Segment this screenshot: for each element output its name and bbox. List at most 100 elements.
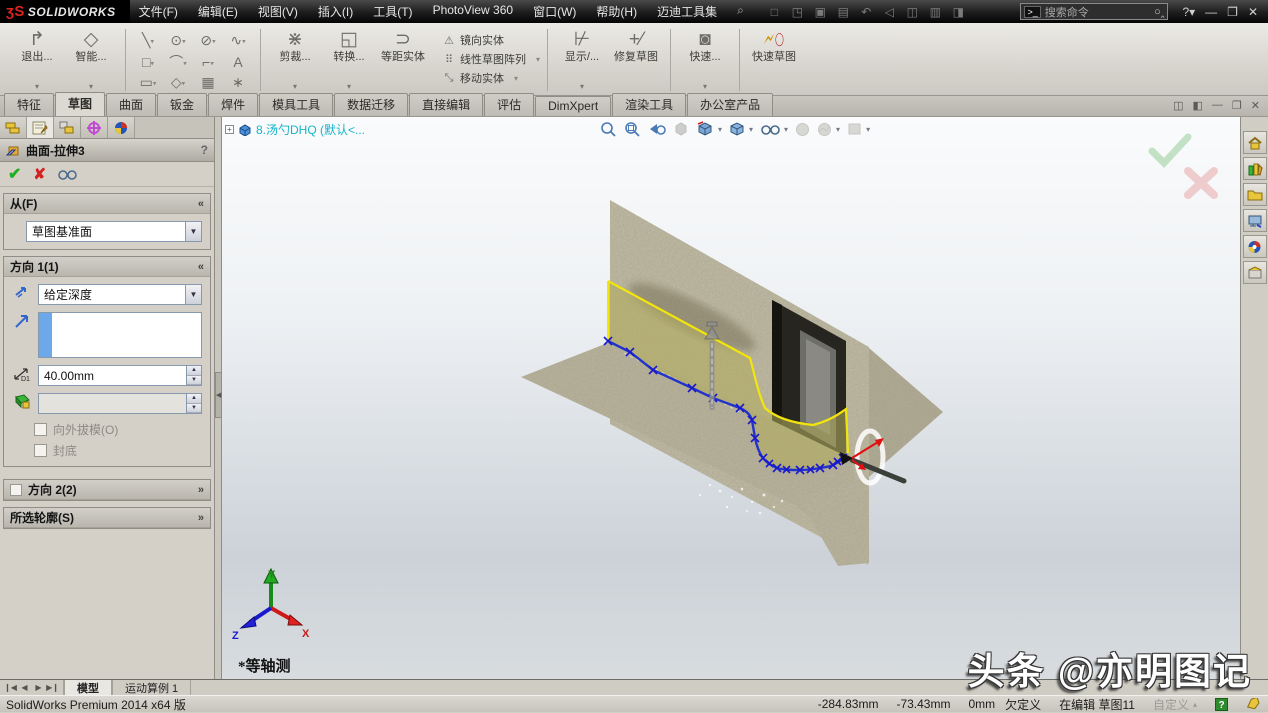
tab-office-products[interactable]: 办公室产品	[687, 93, 773, 116]
document-title[interactable]: 8.汤勺DHQ (默认<...	[256, 121, 365, 138]
menu-window[interactable]: 窗口(W)	[524, 1, 585, 22]
panel-splitter[interactable]: ◀	[215, 117, 222, 679]
tab-features[interactable]: 特征	[4, 93, 54, 116]
next-tab-icon[interactable]: ▶	[32, 683, 45, 692]
display-relations-button[interactable]: ⊬ 显示/... ▾	[555, 27, 609, 93]
spline-tool-icon[interactable]: ∿▾	[223, 32, 253, 49]
menu-edit[interactable]: 编辑(E)	[189, 1, 247, 22]
trim-entities-button[interactable]: ⋇ 剪裁... ▾	[268, 27, 322, 93]
appearances-scenes-icon[interactable]	[1243, 235, 1267, 258]
collapse-icon[interactable]: «	[198, 261, 204, 273]
confirm-cancel-icon[interactable]	[1188, 171, 1214, 195]
print-icon[interactable]: ▤	[836, 5, 851, 19]
pin-menu-icon[interactable]: ⌕	[728, 1, 753, 22]
section-direction1-header[interactable]: 方向 1(1) «	[4, 257, 210, 277]
collapse-icon[interactable]: «	[198, 198, 204, 210]
tab-configuration-manager[interactable]	[54, 117, 81, 138]
sheet-icon[interactable]: ◨	[951, 5, 966, 19]
menu-photoview[interactable]: PhotoView 360	[424, 1, 523, 22]
draft-outward-option[interactable]: 向外拔模(O)	[34, 421, 202, 438]
minimize-button[interactable]: —	[1205, 5, 1217, 19]
fillet-tool-icon[interactable]: ⌐▾	[193, 54, 223, 70]
open-file-icon[interactable]: ◳	[790, 5, 805, 19]
end-condition-dropdown[interactable]: 给定深度 ▼	[38, 284, 202, 305]
slot-tool-icon[interactable]: ▭▾	[133, 74, 163, 91]
reverse-direction-icon[interactable]	[12, 284, 32, 302]
tab-render-tools[interactable]: 渲染工具	[612, 93, 686, 116]
doc-restore-button[interactable]: ❐	[1232, 99, 1242, 112]
direction-reference-listbox[interactable]	[38, 312, 202, 358]
preview-glasses-icon[interactable]	[58, 168, 78, 180]
exit-sketch-button[interactable]: ↱ 退出... ▾	[10, 27, 64, 93]
file-explorer-icon[interactable]	[1243, 183, 1267, 206]
doc-minimize-button[interactable]: —	[1212, 99, 1223, 112]
spin-up-icon[interactable]: ▲	[187, 366, 201, 376]
pane-icon[interactable]: ◧	[1193, 99, 1203, 112]
tab-dimxpert-manager[interactable]	[81, 117, 108, 138]
doc-close-button[interactable]: ✕	[1251, 99, 1260, 112]
last-tab-icon[interactable]: ▶❙	[46, 683, 59, 692]
menu-help[interactable]: 帮助(H)	[587, 1, 646, 22]
linear-pattern-button[interactable]: ⠿线性草图阵列▾	[442, 51, 540, 67]
edit-appearance-icon[interactable]	[795, 122, 810, 137]
view-orientation-icon[interactable]	[696, 121, 714, 137]
pane-icon[interactable]: ◫	[1173, 99, 1183, 112]
cancel-button[interactable]: ✘	[33, 165, 46, 183]
tab-sketch[interactable]: 草图	[55, 92, 105, 116]
restore-button[interactable]: ❐	[1227, 5, 1238, 19]
tab-motion-study[interactable]: 运动算例 1	[112, 680, 191, 695]
hide-show-items-icon[interactable]	[760, 122, 780, 136]
spinner-arrows[interactable]: ▲▼	[186, 366, 201, 385]
tab-dimxpert[interactable]: DimXpert	[535, 96, 611, 116]
section-direction2-header[interactable]: 方向 2(2) »	[4, 480, 210, 500]
help-icon[interactable]: ?	[201, 143, 208, 157]
circle-tool-icon[interactable]: ⊙▾	[163, 32, 193, 49]
chevron-down-icon[interactable]: ▾	[784, 125, 788, 134]
save-icon[interactable]: ▣	[813, 5, 828, 19]
undo-icon[interactable]: ↶	[859, 5, 874, 19]
menu-insert[interactable]: 插入(I)	[309, 1, 362, 22]
first-tab-icon[interactable]: ❙◀	[4, 683, 17, 692]
feature-tree-flyout[interactable]: + 8.汤勺DHQ (默认<...	[225, 121, 365, 138]
direction2-checkbox[interactable]	[10, 484, 22, 496]
prev-tab-icon[interactable]: ◀	[18, 683, 31, 692]
chevron-down-icon[interactable]: ▾	[836, 125, 840, 134]
help-icon[interactable]: ?▾	[1182, 5, 1195, 19]
expand-icon[interactable]: »	[198, 484, 204, 496]
smart-dimension-button[interactable]: ◇ 智能... ▾	[64, 27, 118, 93]
command-search[interactable]: >_ 搜索命令 ○‸	[1020, 3, 1168, 20]
tab-display-manager[interactable]	[108, 117, 135, 138]
depth-input[interactable]: 40.00mm ▲▼	[38, 365, 202, 386]
expand-tree-icon[interactable]: +	[225, 125, 234, 134]
viewport-3d-scene[interactable]	[222, 117, 1240, 679]
new-file-icon[interactable]: □	[767, 5, 782, 19]
select-icon[interactable]: ◁	[882, 5, 897, 19]
repair-sketch-button[interactable]: +⁄ 修复草图	[609, 27, 663, 93]
chevron-down-icon[interactable]: ▾	[718, 125, 722, 134]
tab-weldments[interactable]: 焊件	[208, 93, 258, 116]
tab-feature-manager[interactable]	[0, 117, 27, 138]
graphics-viewport[interactable]: + 8.汤勺DHQ (默认<... ▾ ▾ ▾ ▾ ▾	[222, 117, 1240, 679]
design-library-icon[interactable]	[1243, 157, 1267, 180]
zoom-area-icon[interactable]	[624, 121, 641, 137]
tab-direct-editing[interactable]: 直接编辑	[409, 93, 483, 116]
expand-icon[interactable]: »	[198, 512, 204, 524]
move-entities-button[interactable]: ⤡移动实体▾	[442, 70, 540, 86]
tab-surfaces[interactable]: 曲面	[106, 93, 156, 116]
rectangle-tool-icon[interactable]: □▾	[133, 54, 163, 70]
quick-tips-icon[interactable]: ?	[1215, 698, 1228, 711]
menu-tools[interactable]: 工具(T)	[364, 1, 421, 22]
point-tool-icon[interactable]: ∗	[223, 74, 253, 91]
spin-down-icon[interactable]: ▼	[187, 376, 201, 386]
mirror-entities-button[interactable]: ⚠镜向实体	[442, 32, 540, 48]
chevron-down-icon[interactable]: ▾	[749, 125, 753, 134]
zoom-fit-icon[interactable]	[600, 121, 617, 137]
text-tool-icon[interactable]: A	[223, 54, 253, 70]
view-settings-icon[interactable]	[847, 122, 862, 136]
polygon-tool-icon[interactable]: ◇▾	[163, 74, 193, 91]
tab-model[interactable]: 模型	[64, 680, 112, 695]
resources-home-icon[interactable]	[1243, 131, 1267, 154]
tag-icon[interactable]	[1246, 698, 1260, 710]
confirm-ok-icon[interactable]	[1152, 137, 1188, 163]
chevron-down-icon[interactable]: ▾	[866, 125, 870, 134]
